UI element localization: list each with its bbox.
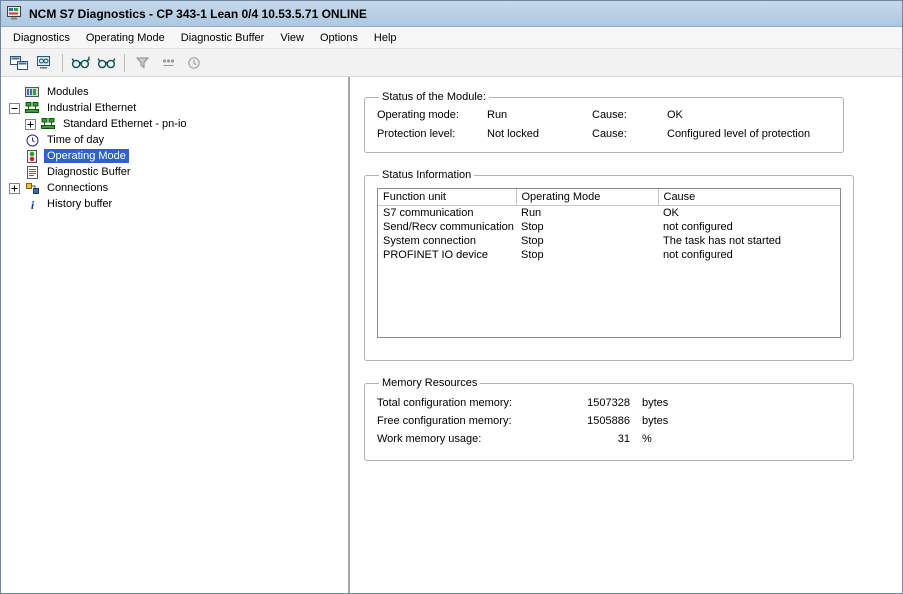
filter-icon	[130, 51, 155, 74]
table-cell: Stop	[516, 234, 658, 248]
operating-mode-label: Operating mode:	[377, 109, 487, 121]
free-config-memory-value: 1505886	[572, 415, 630, 427]
tree-item[interactable]: Operating Mode	[3, 148, 346, 164]
table-row[interactable]: System connectionStopThe task has not st…	[378, 234, 840, 248]
table-cell: System connection	[378, 234, 516, 248]
app-window: NCM S7 Diagnostics - CP 343-1 Lean 0/4 1…	[0, 0, 903, 594]
operating-mode-cause-label: Cause:	[592, 109, 667, 121]
tree-item-label[interactable]: Operating Mode	[44, 149, 129, 163]
connections-icon	[24, 181, 40, 195]
work-memory-usage-unit: %	[630, 433, 841, 445]
column-header[interactable]: Cause	[658, 189, 840, 205]
table-row[interactable]: S7 communicationRunOK	[378, 205, 840, 220]
tree-item-label[interactable]: Connections	[44, 181, 111, 195]
status-information-table: Function unitOperating ModeCause S7 comm…	[377, 188, 841, 338]
clock-icon	[24, 133, 40, 147]
diagnostics-tree: Modules Industrial Ethernet Standard Ether…	[1, 77, 350, 593]
network-icon	[24, 101, 40, 115]
network-icon	[40, 117, 56, 131]
window-title: NCM S7 Diagnostics - CP 343-1 Lean 0/4 1…	[29, 7, 367, 21]
svg-text:i: i	[30, 198, 34, 211]
operating-mode-icon	[24, 149, 40, 163]
toolbar-separator	[124, 54, 125, 72]
menu-diagnostics[interactable]: Diagnostics	[5, 27, 78, 48]
table-row[interactable]: Send/Recv communicationStopnot configure…	[378, 220, 840, 234]
table-cell: not configured	[658, 220, 840, 234]
status-information-groupbox: Status Information Function unitOperatin…	[364, 169, 854, 361]
menu-operating-mode[interactable]: Operating Mode	[78, 27, 173, 48]
free-config-memory-unit: bytes	[630, 415, 841, 427]
tree-item[interactable]: Connections	[3, 180, 346, 196]
toolbar	[1, 49, 902, 77]
table-header-row: Function unitOperating ModeCause	[378, 189, 840, 205]
table-cell: Stop	[516, 220, 658, 234]
tree-item-label[interactable]: History buffer	[44, 197, 115, 211]
operating-mode-value: Run	[487, 109, 592, 121]
tree-item[interactable]: Standard Ethernet - pn-io	[3, 116, 346, 132]
total-config-memory-value: 1507328	[572, 397, 630, 409]
toolbar-separator	[62, 54, 63, 72]
work-memory-usage-value: 31	[572, 433, 630, 445]
browse-network-icon[interactable]	[6, 51, 31, 74]
table-cell: S7 communication	[378, 205, 516, 220]
table-cell: OK	[658, 205, 840, 220]
memory-resources-groupbox: Memory Resources Total configuration mem…	[364, 377, 854, 461]
options-dots-icon	[156, 51, 181, 74]
menu-view[interactable]: View	[272, 27, 312, 48]
cyclic-update-icon[interactable]	[94, 51, 119, 74]
status-information-title: Status Information	[379, 169, 474, 181]
work-memory-usage-label: Work memory usage:	[377, 433, 572, 445]
menubar: DiagnosticsOperating ModeDiagnostic Buff…	[1, 27, 902, 49]
table-cell: Run	[516, 205, 658, 220]
table-cell: Send/Recv communication	[378, 220, 516, 234]
column-header[interactable]: Operating Mode	[516, 189, 658, 205]
app-icon	[7, 6, 23, 21]
memory-resources-grid: Total configuration memory: 1507328 byte…	[377, 392, 841, 445]
tree-item-label[interactable]: Standard Ethernet - pn-io	[60, 117, 190, 131]
content-pane: Status of the Module: Operating mode: Ru…	[350, 77, 902, 593]
menu-help[interactable]: Help	[366, 27, 405, 48]
operating-mode-cause-value: OK	[667, 109, 831, 121]
total-config-memory-label: Total configuration memory:	[377, 397, 572, 409]
table-body: S7 communicationRunOKSend/Recv communica…	[378, 205, 840, 262]
table-row[interactable]: PROFINET IO deviceStopnot configured	[378, 248, 840, 262]
status-of-module-groupbox: Status of the Module: Operating mode: Ru…	[364, 91, 844, 153]
history-buffer-icon: i	[24, 197, 40, 211]
main-area: Modules Industrial Ethernet Standard Ether…	[1, 77, 902, 593]
expand-icon[interactable]	[25, 119, 36, 130]
protection-level-cause-value: Configured level of protection	[667, 128, 831, 140]
protection-level-value: Not locked	[487, 128, 592, 140]
status-of-module-grid: Operating mode: Run Cause: OK Protection…	[377, 106, 831, 140]
tree-item[interactable]: i History buffer	[3, 196, 346, 212]
memory-resources-title: Memory Resources	[379, 377, 480, 389]
module-status-icon[interactable]	[32, 51, 57, 74]
column-header[interactable]: Function unit	[378, 189, 516, 205]
menu-options[interactable]: Options	[312, 27, 366, 48]
tree-item-label[interactable]: Industrial Ethernet	[44, 101, 139, 115]
tree-item[interactable]: Industrial Ethernet	[3, 100, 346, 116]
modules-icon	[24, 85, 40, 99]
free-config-memory-label: Free configuration memory:	[377, 415, 572, 427]
table-cell: The task has not started	[658, 234, 840, 248]
protection-level-label: Protection level:	[377, 128, 487, 140]
table-cell: Stop	[516, 248, 658, 262]
collapse-icon[interactable]	[9, 103, 20, 114]
menu-diagnostic-buffer[interactable]: Diagnostic Buffer	[173, 27, 273, 48]
diagnostic-buffer-icon	[24, 165, 40, 179]
tree-item[interactable]: Diagnostic Buffer	[3, 164, 346, 180]
tree-item-label[interactable]: Diagnostic Buffer	[44, 165, 134, 179]
update-display-icon[interactable]	[68, 51, 93, 74]
clock-sync-icon	[182, 51, 207, 74]
tree-item[interactable]: Modules	[3, 84, 346, 100]
tree-item-label[interactable]: Modules	[44, 85, 92, 99]
tree-item[interactable]: Time of day	[3, 132, 346, 148]
expand-icon[interactable]	[9, 183, 20, 194]
tree-item-label[interactable]: Time of day	[44, 133, 107, 147]
status-of-module-title: Status of the Module:	[379, 91, 489, 103]
total-config-memory-unit: bytes	[630, 397, 841, 409]
table-cell: not configured	[658, 248, 840, 262]
protection-level-cause-label: Cause:	[592, 128, 667, 140]
table-cell: PROFINET IO device	[378, 248, 516, 262]
titlebar: NCM S7 Diagnostics - CP 343-1 Lean 0/4 1…	[1, 1, 902, 27]
